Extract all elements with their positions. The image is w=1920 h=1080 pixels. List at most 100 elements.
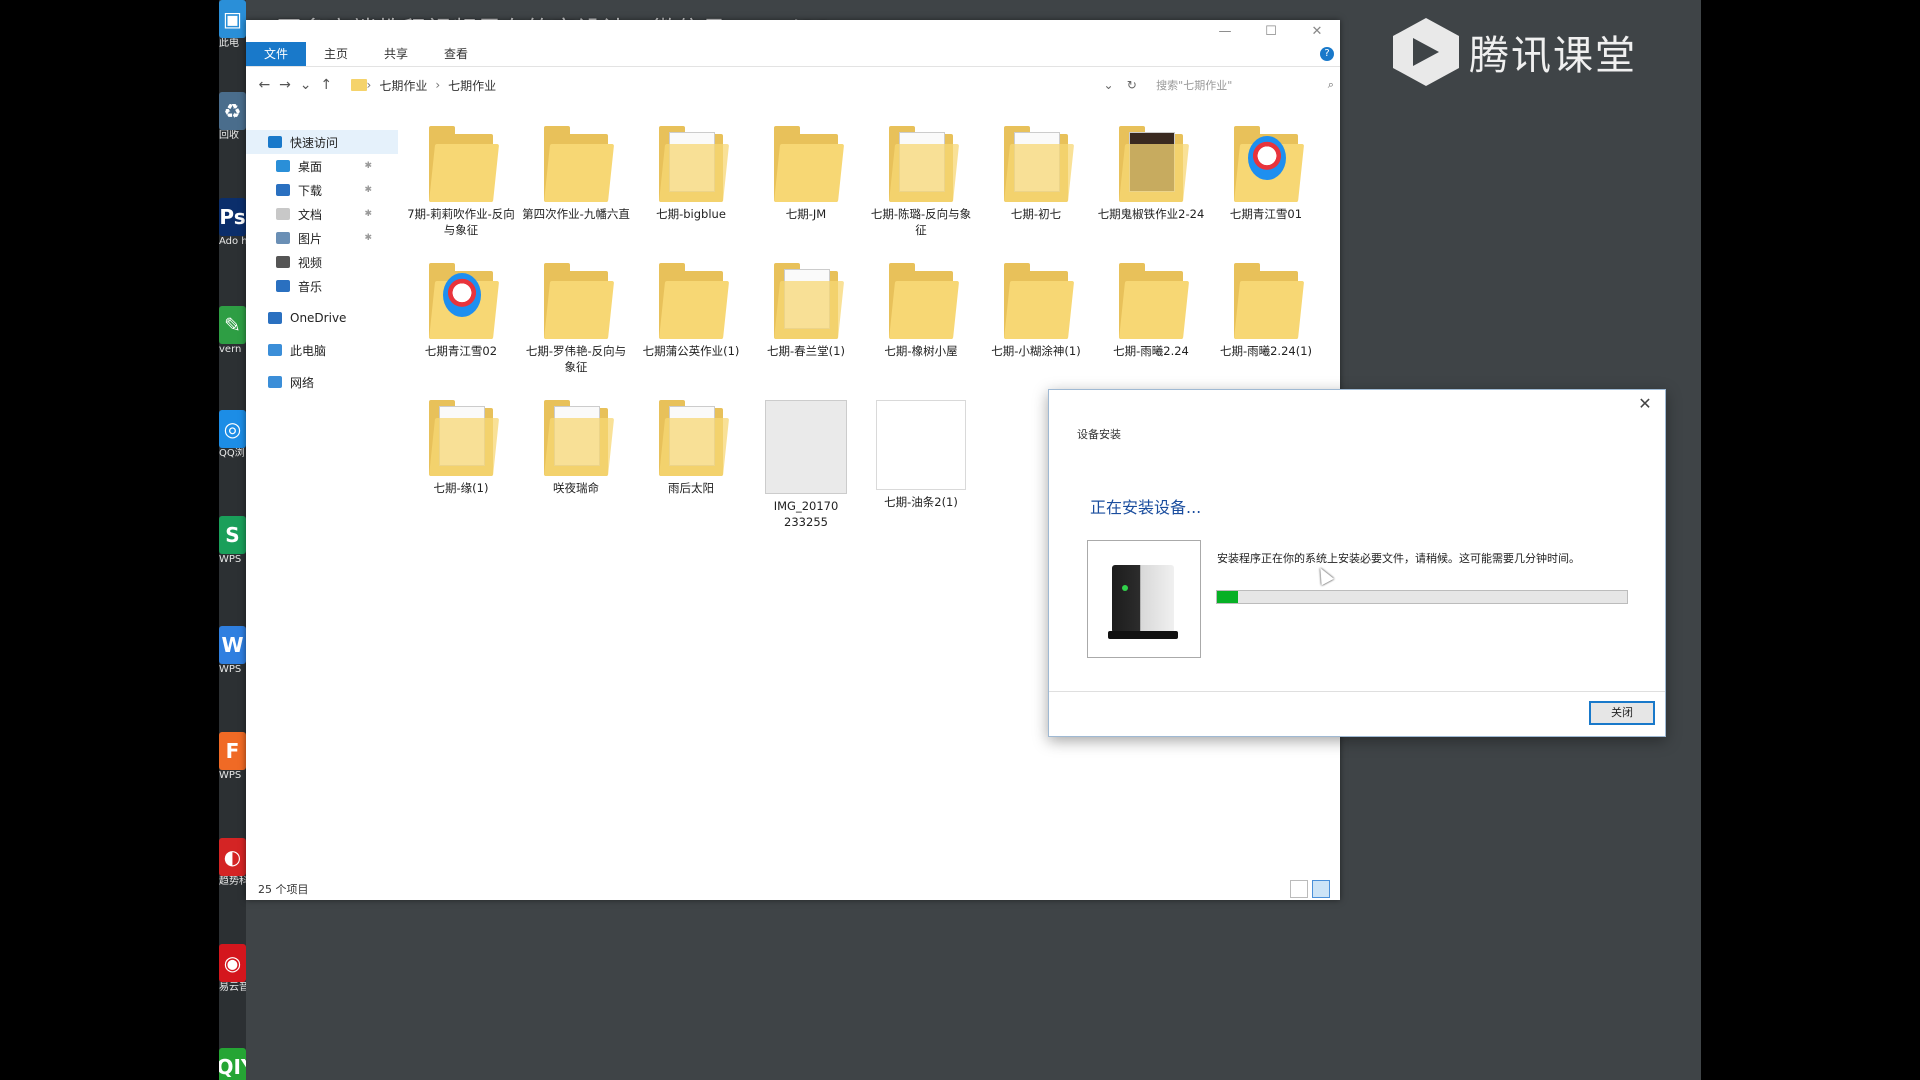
file-item[interactable]: 七期-油条2(1) <box>866 400 976 510</box>
folder-icon <box>544 400 615 476</box>
file-item[interactable]: 七期-初七 <box>981 126 1091 222</box>
sidebar-item[interactable]: 网络 <box>246 370 398 394</box>
ribbon-tab[interactable]: 主页 <box>306 42 366 66</box>
folder-front <box>429 144 500 202</box>
address-field[interactable]: › 七期作业 › 七期作业 ⌄ <box>345 73 1114 97</box>
minimize-icon[interactable]: — <box>1202 24 1248 39</box>
close-icon[interactable]: ✕ <box>1294 24 1340 39</box>
file-item[interactable]: 咲夜瑞命 <box>521 400 631 496</box>
desktop-shortcut[interactable]: W WPS <box>219 626 246 676</box>
folder-icon <box>659 263 730 339</box>
sidebar-item[interactable]: 音乐 <box>246 274 398 298</box>
folder-icon <box>889 263 960 339</box>
screen-recording: ▣此电 ♻回收 PsAdo hoto ✎vern ◎QQ浏 SWPS WWPS FWPS ◐趋势… <box>219 0 1701 1080</box>
file-item[interactable]: 七期-雨曦2.24(1) <box>1211 263 1321 359</box>
large-icons-view-icon[interactable] <box>1312 880 1330 898</box>
file-name: 七期-雨曦2.24(1) <box>1219 344 1313 358</box>
file-name: 七期-陈璐-反向与象征 <box>870 207 972 237</box>
recent-dropdown-icon[interactable]: ⌄ <box>295 77 316 93</box>
desktop-shortcut[interactable]: ◉易云音乐 <box>219 944 246 994</box>
breadcrumb-item[interactable]: 七期作业 <box>448 77 496 94</box>
file-item[interactable]: 七期-春兰堂(1) <box>751 263 861 359</box>
forward-icon[interactable]: → <box>275 77 296 93</box>
ribbon-tab[interactable]: 共享 <box>366 42 426 66</box>
folder-icon <box>1004 126 1075 202</box>
details-view-icon[interactable] <box>1290 880 1308 898</box>
sidebar-item[interactable]: 文档 ✱ <box>246 202 398 226</box>
file-name: 七期-初七 <box>1010 207 1062 221</box>
desktop-shortcut[interactable]: ♻ 回收 <box>219 92 246 142</box>
chevron-down-icon[interactable]: ⌄ <box>1103 78 1113 92</box>
file-item[interactable]: 七期-陈璐-反向与象征 <box>866 126 976 238</box>
desktop-icon-strip: ▣此电 ♻回收 PsAdo hoto ✎vern ◎QQ浏 SWPS WWPS FWPS ◐趋势… <box>219 0 246 1080</box>
folder-front <box>1119 144 1190 202</box>
file-item[interactable]: 七期蒲公英作业(1) <box>636 263 746 359</box>
sidebar-item[interactable]: 图片 ✱ <box>246 226 398 250</box>
refresh-icon[interactable]: ↻ <box>1122 78 1143 92</box>
sidebar-item[interactable]: 桌面 ✱ <box>246 154 398 178</box>
file-name: 七期-橡树小屋 <box>884 344 958 358</box>
sidebar-item[interactable]: OneDrive <box>246 306 398 330</box>
close-icon[interactable]: ✕ <box>1635 394 1655 413</box>
file-item[interactable]: 七期青江雪01 <box>1211 126 1321 222</box>
sidebar-item[interactable]: 下载 ✱ <box>246 178 398 202</box>
file-item[interactable]: 第四次作业-九幡六直 <box>521 126 631 222</box>
close-button[interactable]: 关闭 <box>1589 701 1655 725</box>
file-name: 七期蒲公英作业(1) <box>642 344 740 358</box>
search-icon[interactable]: ⌕ <box>1328 78 1334 92</box>
maximize-icon[interactable]: ☐ <box>1248 24 1294 39</box>
file-name: 七期-小糊涂神(1) <box>991 344 1081 358</box>
desktop-shortcut[interactable]: PsAdo hoto <box>219 198 246 248</box>
file-item[interactable]: 七期-缘(1) <box>406 400 516 496</box>
ribbon-tab[interactable]: 文件 <box>246 42 307 66</box>
file-item[interactable]: 七期-橡树小屋 <box>866 263 976 359</box>
file-item[interactable]: 七期-罗伟艳-反向与象征 <box>521 263 631 375</box>
tencent-classroom-logo: 腾讯课堂 <box>1389 16 1637 88</box>
search-input[interactable]: 搜索"七期作业" ⌕ <box>1150 73 1340 97</box>
desktop-shortcut[interactable]: ▣ 此电 <box>219 0 246 50</box>
sidebar-item-label: 视频 <box>298 255 323 270</box>
desktop-shortcut[interactable]: iQIY <box>219 1048 246 1080</box>
desktop-shortcut[interactable]: F WPS <box>219 732 246 782</box>
folder-icon <box>544 126 615 202</box>
breadcrumb-item[interactable]: 七期作业 <box>379 77 427 94</box>
ribbon-tab[interactable]: 查看 <box>426 42 486 66</box>
file-name: 七期-雨曦2.24 <box>1113 344 1189 358</box>
file-item[interactable]: 七期-小糊涂神(1) <box>981 263 1091 359</box>
sidebar-item[interactable]: 此电脑 <box>246 338 398 362</box>
file-name: 7期-莉莉吹作业-反向与象征 <box>407 207 515 237</box>
help-icon[interactable]: ? <box>1320 47 1334 61</box>
sidebar-item[interactable]: 视频 <box>246 250 398 274</box>
folder-front <box>659 144 730 202</box>
folder-icon <box>1234 126 1305 202</box>
sidebar-item-label: OneDrive <box>290 311 347 325</box>
search-placeholder: 搜索"七期作业" <box>1156 79 1233 92</box>
title-bar: — ☐ ✕ <box>246 20 1340 42</box>
file-name: 七期青江雪01 <box>1229 207 1303 221</box>
file-item[interactable]: IMG_20170 233255 <box>751 400 861 530</box>
file-item[interactable]: 雨后太阳 <box>636 400 746 496</box>
desktop-shortcut[interactable]: ◎ QQ浏 <box>219 410 246 460</box>
status-bar: 25 个项目 <box>246 878 1340 900</box>
desktop-shortcut[interactable]: ✎ vern <box>219 306 246 356</box>
back-icon[interactable]: ← <box>254 77 275 93</box>
ribbon-spacer <box>486 42 1320 66</box>
desktop-shortcut[interactable]: ◐趋势科技 -cillin 云... <box>219 838 246 888</box>
star-icon <box>268 136 282 148</box>
file-name: 雨后太阳 <box>668 481 714 495</box>
file-item[interactable]: 七期鬼椒铁作业2-24 <box>1096 126 1206 222</box>
folder-icon <box>659 400 730 476</box>
file-item[interactable]: 七期青江雪02 <box>406 263 516 359</box>
file-item[interactable]: 七期-雨曦2.24 <box>1096 263 1206 359</box>
up-icon[interactable]: ↑ <box>316 77 337 93</box>
cloud-icon <box>268 312 282 324</box>
folder-front <box>1119 281 1190 339</box>
file-item[interactable]: 七期-bigblue <box>636 126 746 222</box>
sidebar-item[interactable]: 快速访问 <box>246 130 398 154</box>
file-item[interactable]: 七期-JM <box>751 126 861 222</box>
sidebar-item-label: 文档 <box>298 207 323 222</box>
desktop-shortcut[interactable]: S WPS <box>219 516 246 566</box>
pin-icon: ✱ <box>364 209 372 219</box>
folder-icon <box>429 263 500 339</box>
file-item[interactable]: 7期-莉莉吹作业-反向与象征 <box>406 126 516 238</box>
